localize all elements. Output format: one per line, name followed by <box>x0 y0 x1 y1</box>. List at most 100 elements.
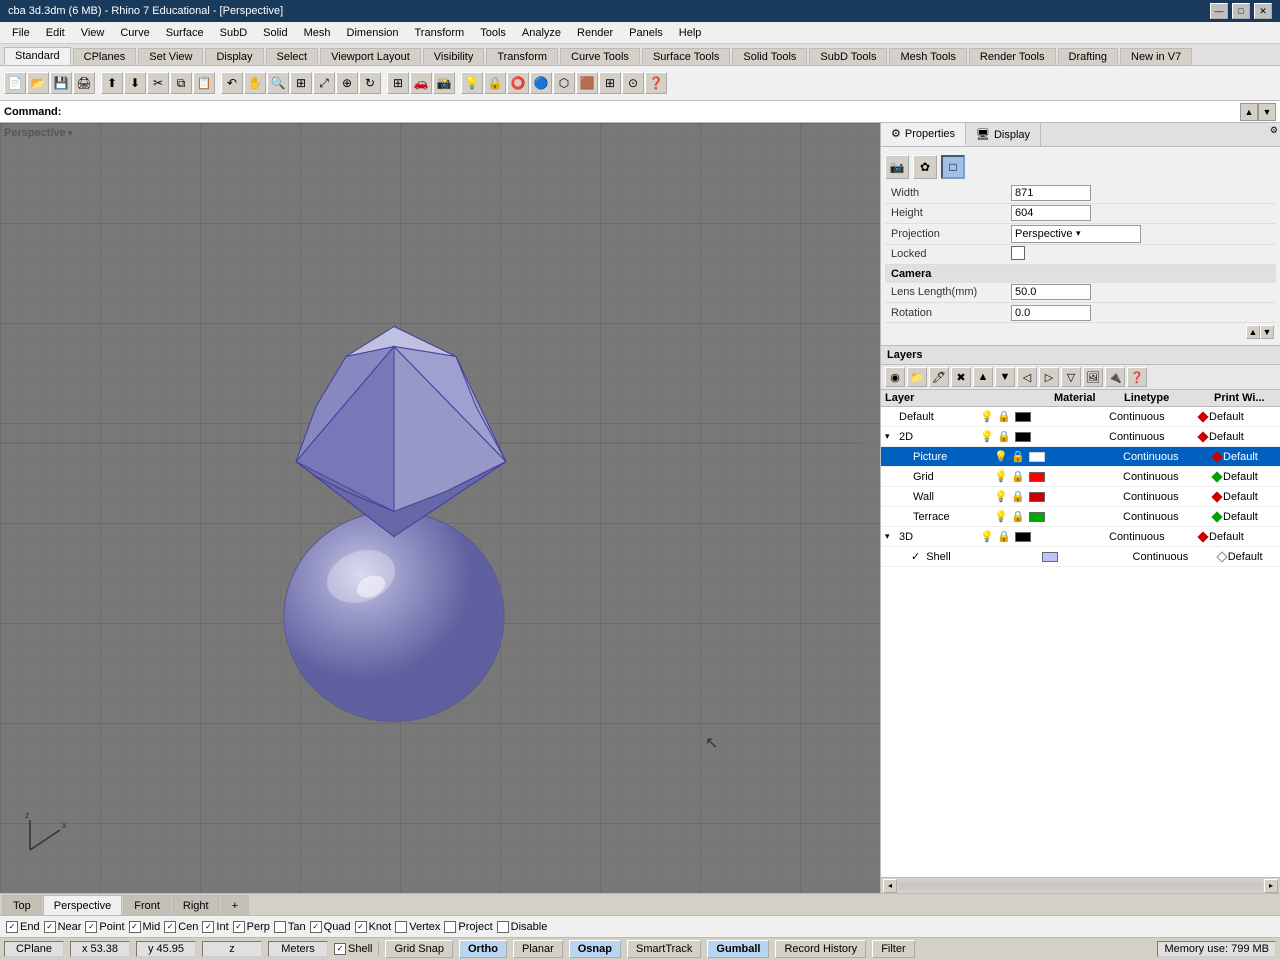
zoom-button[interactable]: 🔍 <box>267 72 289 94</box>
props-scroll-down[interactable]: ▼ <box>1260 325 1274 339</box>
minimize-button[interactable]: — <box>1210 3 1228 19</box>
snap-quad-checkbox[interactable] <box>310 921 322 933</box>
layer-toggle-2d[interactable]: ▾ <box>885 431 897 442</box>
tab-display[interactable]: 🖥 Display <box>966 123 1041 146</box>
layer-row-grid[interactable]: Grid 💡 🔒 Continuous Default <box>881 467 1280 487</box>
zoom-window-button[interactable]: ⊞ <box>290 72 312 94</box>
layer-current-btn[interactable]: ◉ <box>885 367 905 387</box>
layer-lock-wall[interactable]: 🔒 <box>1010 490 1026 503</box>
layer-image-btn[interactable]: 🖼 <box>1083 367 1103 387</box>
close-button[interactable]: ✕ <box>1254 3 1272 19</box>
layer-vis-picture[interactable]: 💡 <box>993 450 1009 463</box>
command-input[interactable] <box>65 106 1240 118</box>
tab-mesh-tools[interactable]: Mesh Tools <box>889 48 966 65</box>
tab-render-tools[interactable]: Render Tools <box>969 48 1056 65</box>
prop-projection-dropdown[interactable]: Perspective ▾ <box>1011 225 1141 243</box>
snap-end-checkbox[interactable] <box>6 921 18 933</box>
layer-add-btn[interactable]: 🖊 <box>929 367 949 387</box>
menu-render[interactable]: Render <box>569 25 621 41</box>
layer-color-terrace[interactable] <box>1029 512 1045 522</box>
snap-int-checkbox[interactable] <box>202 921 214 933</box>
tab-transform[interactable]: Transform <box>486 48 558 65</box>
scroll-right-arrow[interactable]: ▸ <box>1264 879 1278 893</box>
ortho-button[interactable]: Ortho <box>459 940 507 958</box>
tab-curve-tools[interactable]: Curve Tools <box>560 48 640 65</box>
view-tab-perspective[interactable]: Perspective <box>43 895 122 915</box>
layer-vis-3d[interactable]: 💡 <box>979 530 995 543</box>
viewport-dropdown-arrow[interactable]: ▾ <box>68 128 73 139</box>
view-tab-right[interactable]: Right <box>172 895 220 915</box>
panel-settings-icon[interactable]: ⚙ <box>1268 123 1280 146</box>
tab-select[interactable]: Select <box>266 48 319 65</box>
osnap-button[interactable]: Osnap <box>569 940 621 958</box>
prop-object-icon[interactable]: ✿ <box>913 155 937 179</box>
layer-row-picture[interactable]: Picture 💡 🔒 Continuous Default <box>881 447 1280 467</box>
planar-button[interactable]: Planar <box>513 940 563 958</box>
view-tab-add[interactable]: + <box>221 895 249 915</box>
layer-folder-btn[interactable]: 📁 <box>907 367 927 387</box>
layer-vis-wall[interactable]: 💡 <box>993 490 1009 503</box>
menu-help[interactable]: Help <box>671 25 710 41</box>
open-button[interactable]: 📂 <box>27 72 49 94</box>
prop-viewport-icon[interactable]: □ <box>941 155 965 179</box>
snap-near-checkbox[interactable] <box>44 921 56 933</box>
snap-shell-checkbox[interactable] <box>334 943 346 955</box>
menu-file[interactable]: File <box>4 25 38 41</box>
layer-toggle-3d[interactable]: ▾ <box>885 531 897 542</box>
layer-right-btn[interactable]: ▷ <box>1039 367 1059 387</box>
new-button[interactable]: 📄 <box>4 72 26 94</box>
layer-row-3d[interactable]: ▾ 3D 💡 🔒 Continuous Default <box>881 527 1280 547</box>
tab-cplanes[interactable]: CPlanes <box>73 48 137 65</box>
layer-plugin-btn[interactable]: 🔌 <box>1105 367 1125 387</box>
tab-display[interactable]: Display <box>205 48 263 65</box>
snap-project-checkbox[interactable] <box>444 921 456 933</box>
paste-button[interactable]: 📋 <box>193 72 215 94</box>
viewport[interactable]: ↖ Perspective ▾ x z <box>0 123 880 893</box>
view-tab-top[interactable]: Top <box>2 895 42 915</box>
layer-help-btn[interactable]: ❓ <box>1127 367 1147 387</box>
scroll-left-arrow[interactable]: ◂ <box>883 879 897 893</box>
scroll-track[interactable] <box>899 882 1262 890</box>
layer-row-2d[interactable]: ▾ 2D 💡 🔒 Continuous Default <box>881 427 1280 447</box>
layer-vis-grid[interactable]: 💡 <box>993 470 1009 483</box>
tab-setview[interactable]: Set View <box>138 48 203 65</box>
layer-up-btn[interactable]: ▲ <box>973 367 993 387</box>
layer-left-btn[interactable]: ◁ <box>1017 367 1037 387</box>
print-button[interactable]: 🖨 <box>73 72 95 94</box>
copy-button[interactable]: ⧉ <box>170 72 192 94</box>
snap-disable-checkbox[interactable] <box>497 921 509 933</box>
sphere-button[interactable]: ⭕ <box>507 72 529 94</box>
layer-down-btn[interactable]: ▼ <box>995 367 1015 387</box>
layer-lock-2d[interactable]: 🔒 <box>996 430 1012 443</box>
menu-solid[interactable]: Solid <box>255 25 295 41</box>
help-button[interactable]: ❓ <box>645 72 667 94</box>
export-button[interactable]: ⬇ <box>124 72 146 94</box>
snap-tan-checkbox[interactable] <box>274 921 286 933</box>
prop-camera-icon[interactable]: 📷 <box>885 155 909 179</box>
snap-point-checkbox[interactable] <box>85 921 97 933</box>
menu-dimension[interactable]: Dimension <box>339 25 407 41</box>
layer-lock-3d[interactable]: 🔒 <box>996 530 1012 543</box>
command-scroll-up[interactable]: ▲ <box>1240 103 1258 121</box>
menu-edit[interactable]: Edit <box>38 25 73 41</box>
layer-color-3d[interactable] <box>1015 532 1031 542</box>
zoom-selected-button[interactable]: ⊕ <box>336 72 358 94</box>
tab-standard[interactable]: Standard <box>4 47 71 65</box>
car-button[interactable]: 🚗 <box>410 72 432 94</box>
gumball-button[interactable]: Gumball <box>707 940 769 958</box>
material-button[interactable]: 🟫 <box>576 72 598 94</box>
prop-height-input[interactable] <box>1011 205 1091 221</box>
undo-button[interactable]: ↶ <box>221 72 243 94</box>
pan-button[interactable]: ✋ <box>244 72 266 94</box>
snap-btn[interactable]: ⊙ <box>622 72 644 94</box>
layer-vis-2d[interactable]: 💡 <box>979 430 995 443</box>
maximize-button[interactable]: □ <box>1232 3 1250 19</box>
tab-viewport-layout[interactable]: Viewport Layout <box>320 48 421 65</box>
rotate-button[interactable]: ↻ <box>359 72 381 94</box>
filter-button[interactable]: Filter <box>872 940 914 958</box>
tab-visibility[interactable]: Visibility <box>423 48 485 65</box>
snap-vertex-checkbox[interactable] <box>395 921 407 933</box>
menu-curve[interactable]: Curve <box>112 25 157 41</box>
layer-row-terrace[interactable]: Terrace 💡 🔒 Continuous Default <box>881 507 1280 527</box>
tab-new-in-v7[interactable]: New in V7 <box>1120 48 1192 65</box>
